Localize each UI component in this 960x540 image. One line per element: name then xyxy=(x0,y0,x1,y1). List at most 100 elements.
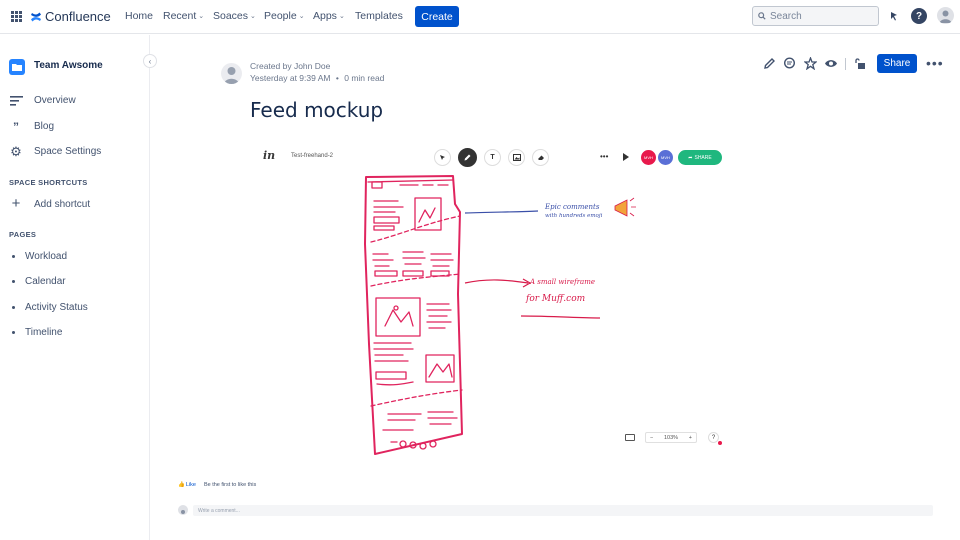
like-label: Like xyxy=(185,482,196,488)
nav-templates[interactable]: Templates xyxy=(355,10,403,22)
page-title: Feed mockup xyxy=(250,98,384,122)
quote-icon: ” xyxy=(13,120,19,134)
created-time: Yesterday at 9:39 AM xyxy=(250,73,331,83)
share-arrow-icon: ➦ xyxy=(688,154,693,161)
chevron-down-icon: ⌄ xyxy=(298,13,305,20)
freehand-wireframe-sketch xyxy=(364,175,636,455)
avatar-initials: MVH xyxy=(644,155,653,160)
share-button[interactable]: Share xyxy=(877,54,917,73)
embed-more-icon[interactable]: ••• xyxy=(600,152,608,161)
bullet-icon xyxy=(12,306,15,309)
bullet-icon xyxy=(12,331,15,334)
avatar-initials: MVH xyxy=(661,155,670,160)
author-avatar[interactable] xyxy=(221,63,242,84)
add-shortcut-link[interactable]: Add shortcut xyxy=(34,199,90,210)
gear-icon: ⚙ xyxy=(10,144,22,159)
annotation-muff: for Muff.com xyxy=(526,294,586,304)
annotation-epic-comments: Epic comments xyxy=(545,203,600,211)
sidebar-page-workload[interactable]: Workload xyxy=(25,251,67,262)
top-navigation: Confluence Home Recent ⌄ Soaces ⌄ People ⌄ … xyxy=(0,0,960,34)
sidebar-item-blog[interactable]: Blog xyxy=(34,121,54,132)
zoom-level: 103% xyxy=(663,434,679,441)
restrictions-icon[interactable] xyxy=(853,56,868,71)
invision-embed[interactable]: in Test-freehand-2 T ••• MVH MVH ➦ SHARE xyxy=(253,144,728,456)
space-folder-icon xyxy=(9,59,25,75)
search-placeholder: Search xyxy=(770,10,802,22)
sidebar-item-overview[interactable]: Overview xyxy=(34,95,76,106)
nav-people[interactable]: People ⌄ xyxy=(264,10,305,22)
help-icon[interactable]: ? xyxy=(911,8,927,24)
sidebar-page-activity-status[interactable]: Activity Status xyxy=(25,302,88,313)
select-tool-icon[interactable] xyxy=(434,149,451,166)
plus-icon: + xyxy=(11,194,21,212)
pen-tool-icon[interactable] xyxy=(458,148,477,167)
nav-label: Soaces xyxy=(213,10,249,22)
create-button[interactable]: Create xyxy=(415,6,459,27)
eraser-tool-icon[interactable] xyxy=(532,149,549,166)
comment-placeholder: Write a comment... xyxy=(198,507,240,514)
watch-icon[interactable] xyxy=(823,56,838,71)
nav-home[interactable]: Home xyxy=(125,10,153,22)
created-by-text: Created by John Doe xyxy=(250,61,331,71)
chevron-down-icon: ⌄ xyxy=(198,13,205,20)
commenter-avatar xyxy=(178,505,188,515)
text-tool-icon[interactable]: T xyxy=(484,149,501,166)
like-button[interactable]: 👍 Like xyxy=(178,482,196,488)
zoom-out-button[interactable]: − xyxy=(650,435,653,441)
pages-heading: PAGES xyxy=(9,230,37,239)
confluence-logo[interactable]: Confluence xyxy=(30,9,111,24)
nav-recent[interactable]: Recent ⌄ xyxy=(163,10,204,22)
nav-label: Apps xyxy=(313,10,337,22)
confluence-logo-icon xyxy=(31,12,41,21)
comment-icon[interactable] xyxy=(782,56,797,71)
meta-separator: • xyxy=(335,73,339,83)
thumbs-up-icon: 👍 xyxy=(178,482,185,488)
divider xyxy=(845,58,846,70)
notifications-icon[interactable] xyxy=(886,8,902,24)
edit-icon[interactable] xyxy=(762,56,777,71)
nav-label: Home xyxy=(125,10,154,22)
embed-share-button[interactable]: ➦ SHARE xyxy=(678,150,722,165)
sidebar-item-space-settings[interactable]: Space Settings xyxy=(34,146,101,157)
embed-share-label: SHARE xyxy=(694,154,712,161)
annotation-small-wireframe: A small wireframe xyxy=(530,278,595,286)
search-icon xyxy=(758,12,766,20)
like-row: 👍 Like Be the first to like this xyxy=(178,482,256,488)
chevron-down-icon: ⌄ xyxy=(338,13,345,20)
sidebar-page-calendar[interactable]: Calendar xyxy=(25,276,66,287)
collaborator-avatar[interactable]: MVH xyxy=(641,150,656,165)
image-tool-icon[interactable] xyxy=(508,149,525,166)
keyboard-icon[interactable] xyxy=(625,434,635,441)
more-actions-icon[interactable]: ••• xyxy=(926,56,944,70)
space-shortcuts-heading: SPACE SHORTCUTS xyxy=(9,178,88,187)
sidebar: Team Awsome Overview ” Blog ⚙ Space Sett… xyxy=(0,35,150,540)
collaborator-avatar[interactable]: MVH xyxy=(658,150,673,165)
overview-icon xyxy=(9,95,23,107)
zoom-control: − 103% + xyxy=(645,432,697,443)
annotation-epic-comments-sub: with hundreds emoji xyxy=(545,213,603,219)
comment-input[interactable]: Write a comment... xyxy=(193,505,933,516)
like-status: Be the first to like this xyxy=(203,482,257,488)
page-meta: Yesterday at 9:39 AM • 0 min read xyxy=(250,73,384,83)
app-switcher-icon[interactable] xyxy=(11,11,22,22)
nav-label: Recent xyxy=(163,10,197,22)
bullet-icon xyxy=(12,255,15,258)
sidebar-page-timeline[interactable]: Timeline xyxy=(25,327,62,338)
embed-file-name: Test-freehand-2 xyxy=(291,153,334,159)
read-time: 0 min read xyxy=(344,73,385,83)
nav-label: Templates xyxy=(355,10,403,22)
search-input[interactable]: Search xyxy=(752,6,879,26)
chevron-down-icon: ⌄ xyxy=(250,13,256,20)
zoom-in-button[interactable]: + xyxy=(689,435,692,441)
nav-spaces[interactable]: Soaces ⌄ xyxy=(213,10,256,22)
star-icon[interactable] xyxy=(803,56,818,71)
nav-apps[interactable]: Apps ⌄ xyxy=(313,10,345,22)
bullet-icon xyxy=(12,280,15,283)
profile-avatar[interactable] xyxy=(937,7,954,24)
collapse-sidebar-button[interactable]: ‹ xyxy=(143,54,157,68)
space-name[interactable]: Team Awsome xyxy=(34,60,103,71)
product-name: Confluence xyxy=(45,9,111,24)
invision-logo: in xyxy=(263,149,276,162)
nav-label: People xyxy=(264,10,297,22)
play-icon[interactable] xyxy=(623,153,629,161)
